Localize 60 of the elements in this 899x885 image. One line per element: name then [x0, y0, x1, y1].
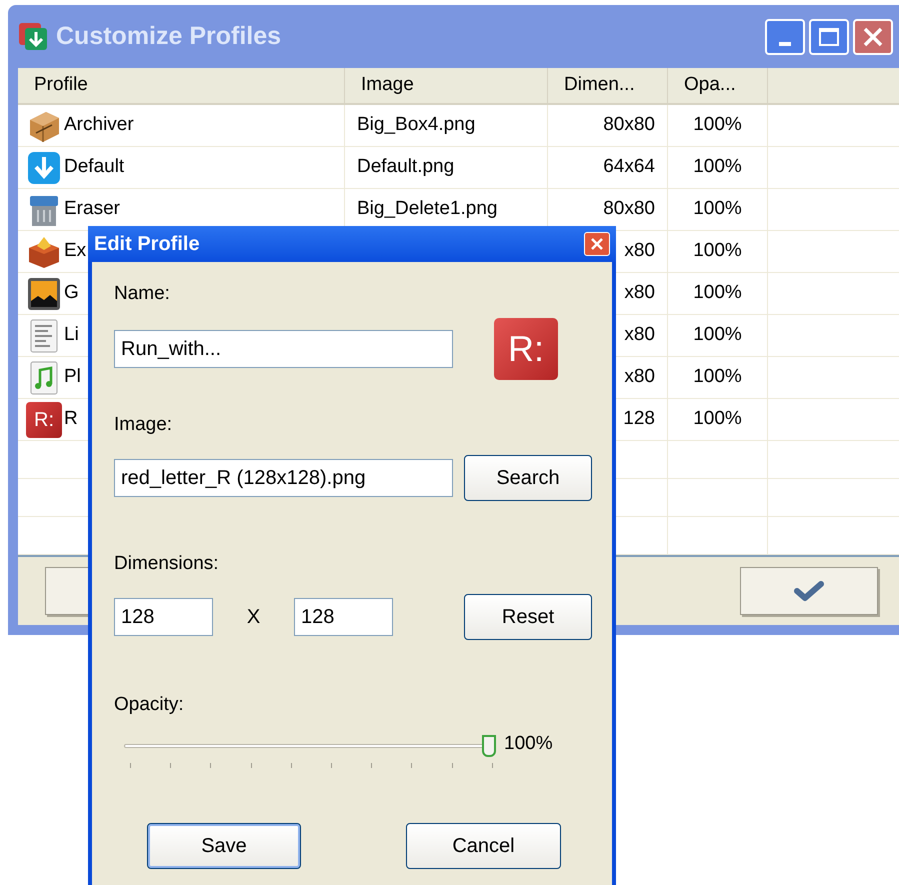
table-cell-text: 100% [693, 365, 742, 390]
opacity-value: 100% [504, 732, 553, 756]
profile-icon: R: [26, 402, 62, 438]
table-cell-text: 128 [623, 407, 655, 432]
table-cell-text: x80 [624, 281, 655, 306]
table-cell-text: Eraser [64, 197, 120, 222]
field-label: Opacity: [114, 693, 185, 716]
width-field[interactable]: 128 [114, 598, 213, 636]
table-cell-text: Default [64, 155, 124, 180]
table-cell-text: Big_Box4.png [357, 113, 476, 138]
table-cell-text: G [64, 281, 79, 306]
cancel-button[interactable]: Cancel [406, 823, 561, 869]
maximize-button[interactable] [809, 18, 849, 54]
search-button[interactable]: Search [464, 455, 592, 501]
table-cell-text: Li [64, 323, 79, 348]
dialog-title: Edit Profile [94, 232, 200, 257]
app-icon [18, 22, 48, 52]
minimize-button[interactable] [765, 18, 805, 54]
table-cell-text: 100% [693, 281, 742, 306]
table-cell-text: 100% [693, 323, 742, 348]
field-label: Name: [114, 282, 171, 305]
table-cell-text: 100% [693, 113, 742, 138]
reset-button[interactable]: Reset [464, 594, 592, 640]
table-cell-text: Big_Delete1.png [357, 197, 498, 222]
save-button[interactable]: Save [147, 823, 301, 869]
table-cell-text: x80 [624, 239, 655, 264]
table-cell-text: 100% [693, 239, 742, 264]
window-title: Customize Profiles [56, 20, 282, 52]
landscape-icon [26, 276, 62, 312]
table-cell-text: 64x64 [603, 155, 655, 180]
table-cell-text: Default.png [357, 155, 454, 180]
close-button[interactable] [853, 18, 893, 54]
table-cell-text: x80 [624, 365, 655, 390]
field-label: Image: [114, 413, 174, 436]
height-field[interactable]: 128 [294, 598, 393, 636]
table-cell-text: x80 [624, 323, 655, 348]
table-cell-text: R [64, 407, 78, 432]
table-cell-text: 100% [693, 407, 742, 432]
table-cell-text: 100% [693, 197, 742, 222]
dialog-close-button[interactable] [584, 232, 610, 256]
preview-icon: R: [494, 318, 558, 380]
slider-thumb[interactable] [482, 735, 496, 757]
table-cell-text: 80x80 [603, 113, 655, 138]
column-header[interactable]: Profile [18, 68, 345, 103]
field-label: Dimensions: [114, 552, 220, 575]
table-cell-text: Archiver [64, 113, 134, 138]
table-cell-text: Pl [64, 365, 81, 390]
table-cell-text: 100% [693, 155, 742, 180]
column-header[interactable]: Image [345, 68, 548, 103]
checkmark-icon [794, 580, 824, 602]
image-field[interactable]: red_letter_R (128x128).png [114, 459, 453, 497]
name-field[interactable]: Run_with... [114, 330, 453, 368]
table-cell-text: 80x80 [603, 197, 655, 222]
table-cell-text: Ex [64, 239, 86, 264]
column-header[interactable]: Opa... [668, 68, 768, 103]
close-icon [862, 26, 884, 48]
close-icon [590, 237, 604, 251]
confirm-button[interactable] [740, 567, 878, 615]
times-sign: X [246, 605, 262, 630]
column-header[interactable]: Dimen... [548, 68, 668, 103]
